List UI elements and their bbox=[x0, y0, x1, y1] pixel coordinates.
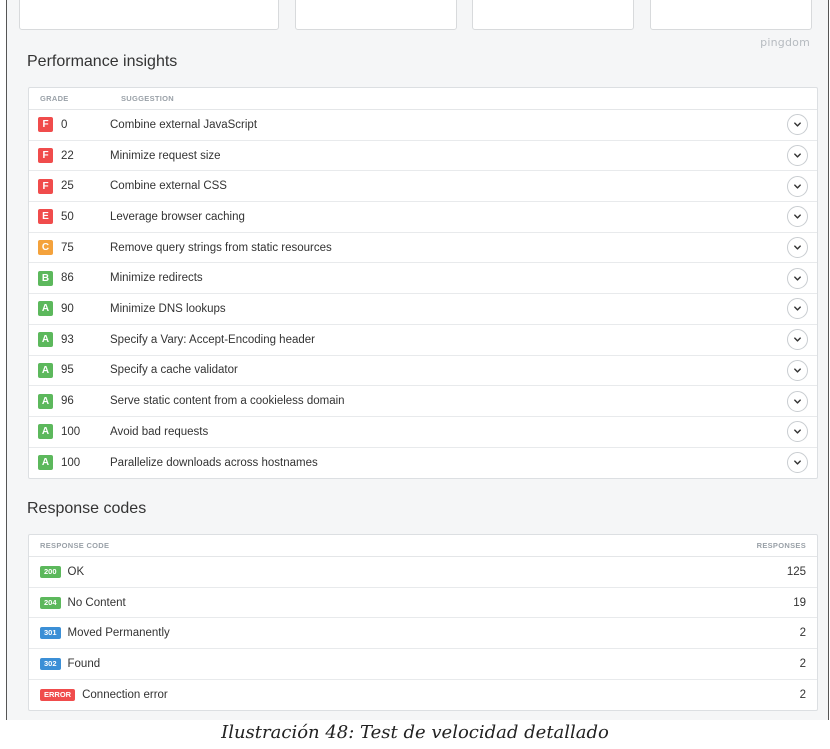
response-row: 204 No Content 19 bbox=[29, 588, 817, 619]
response-label: Connection error bbox=[82, 689, 168, 702]
expand-chevron-icon[interactable] bbox=[787, 267, 808, 289]
grade-badge: A bbox=[38, 332, 53, 348]
expand-chevron-icon[interactable] bbox=[787, 114, 808, 136]
insights-table-header: GRADE SUGGESTION bbox=[29, 88, 817, 110]
grade-badge: E bbox=[38, 209, 53, 225]
summary-card bbox=[650, 0, 812, 30]
suggestion-text: Avoid bad requests bbox=[110, 425, 209, 438]
brand-logo: pingdom bbox=[760, 36, 810, 49]
expand-chevron-icon[interactable] bbox=[787, 237, 808, 259]
grade-score: 100 bbox=[61, 425, 81, 438]
expand-chevron-icon[interactable] bbox=[787, 421, 808, 443]
expand-chevron-icon[interactable] bbox=[787, 298, 808, 320]
performance-insights-title: Performance insights bbox=[27, 53, 178, 70]
response-codes-table: RESPONSE CODE RESPONSES 200 OK 125 204 No Co… bbox=[28, 534, 818, 712]
expand-chevron-icon[interactable] bbox=[787, 359, 808, 381]
grade-score: 75 bbox=[61, 241, 74, 254]
grade-score: 22 bbox=[61, 149, 74, 162]
grade-score: 86 bbox=[61, 272, 74, 285]
grade-score: 0 bbox=[61, 118, 68, 131]
response-row: 200 OK 125 bbox=[29, 557, 817, 588]
insight-row[interactable]: F 0 Combine external JavaScript bbox=[29, 110, 817, 141]
suggestion-text: Serve static content from a cookieless d… bbox=[110, 395, 345, 408]
screenshot-frame: pingdom Performance insights GRADE SUGGE… bbox=[6, 0, 829, 720]
grade-column-header: GRADE bbox=[40, 94, 69, 103]
response-count: 2 bbox=[799, 689, 806, 702]
expand-chevron-icon[interactable] bbox=[787, 206, 808, 228]
grade-badge: F bbox=[38, 117, 53, 133]
insight-row[interactable]: C 75 Remove query strings from static reso… bbox=[29, 233, 817, 264]
response-row: ERROR Connection error 2 bbox=[29, 680, 817, 711]
insight-row[interactable]: A 100 Parallelize downloads across hostnam… bbox=[29, 448, 817, 479]
response-label: No Content bbox=[67, 596, 126, 609]
insight-row[interactable]: A 93 Specify a Vary: Accept-Encoding heade… bbox=[29, 325, 817, 356]
grade-score: 96 bbox=[61, 395, 74, 408]
grade-badge: A bbox=[38, 362, 53, 378]
suggestion-text: Specify a cache validator bbox=[110, 364, 238, 377]
insight-row[interactable]: B 86 Minimize redirects bbox=[29, 263, 817, 295]
response-count: 2 bbox=[799, 657, 806, 670]
grade-badge: F bbox=[38, 178, 53, 194]
expand-chevron-icon[interactable] bbox=[787, 452, 808, 474]
insight-row[interactable]: A 90 Minimize DNS lookups bbox=[29, 294, 817, 325]
response-row: 301 Moved Permanently 2 bbox=[29, 618, 817, 650]
response-codes-title: Response codes bbox=[27, 500, 147, 517]
grade-score: 90 bbox=[61, 302, 74, 315]
response-code-badge: 301 bbox=[40, 627, 61, 640]
suggestion-text: Combine external JavaScript bbox=[110, 118, 258, 131]
grade-badge: A bbox=[38, 393, 53, 409]
grade-badge: B bbox=[38, 270, 53, 286]
response-code-badge: 200 bbox=[40, 565, 61, 578]
expand-chevron-icon[interactable] bbox=[787, 175, 808, 197]
expand-chevron-icon[interactable] bbox=[787, 329, 808, 351]
grade-score: 50 bbox=[61, 210, 74, 223]
insight-row[interactable]: E 50 Leverage browser caching bbox=[29, 202, 817, 233]
response-row: 302 Found 2 bbox=[29, 649, 817, 680]
response-codes-header: RESPONSE CODE RESPONSES bbox=[29, 535, 817, 557]
grade-badge: A bbox=[38, 424, 53, 440]
insight-row[interactable]: A 100 Avoid bad requests bbox=[29, 417, 817, 448]
suggestion-text: Remove query strings from static resourc… bbox=[110, 241, 332, 254]
suggestion-text: Minimize request size bbox=[110, 149, 221, 162]
summary-card bbox=[472, 0, 634, 30]
suggestion-text: Minimize redirects bbox=[110, 272, 203, 285]
suggestion-text: Leverage browser caching bbox=[110, 210, 245, 223]
suggestion-column-header: SUGGESTION bbox=[121, 94, 175, 103]
grade-badge: F bbox=[38, 148, 53, 164]
response-count: 125 bbox=[786, 565, 806, 578]
grade-badge: A bbox=[38, 301, 53, 317]
grade-score: 100 bbox=[61, 456, 81, 469]
summary-card bbox=[295, 0, 457, 30]
summary-card bbox=[19, 0, 279, 30]
response-code-badge: ERROR bbox=[40, 689, 76, 702]
suggestion-text: Minimize DNS lookups bbox=[110, 302, 226, 315]
grade-score: 25 bbox=[61, 180, 74, 193]
response-label: Moved Permanently bbox=[67, 627, 170, 640]
insight-row[interactable]: A 96 Serve static content from a cookieles… bbox=[29, 386, 817, 417]
expand-chevron-icon[interactable] bbox=[787, 390, 808, 412]
response-label: Found bbox=[67, 657, 101, 670]
grade-score: 93 bbox=[61, 333, 74, 346]
suggestion-text: Parallelize downloads across hostnames bbox=[110, 456, 318, 469]
suggestion-text: Specify a Vary: Accept-Encoding header bbox=[110, 333, 315, 346]
grade-badge: C bbox=[38, 240, 53, 256]
insight-row[interactable]: A 95 Specify a cache validator bbox=[29, 356, 817, 387]
insights-table: GRADE SUGGESTION F 0 Combine external Java… bbox=[28, 87, 818, 480]
grade-score: 95 bbox=[61, 364, 74, 377]
insight-row[interactable]: F 22 Minimize request size bbox=[29, 141, 817, 172]
response-count: 2 bbox=[799, 627, 806, 640]
response-code-badge: 302 bbox=[40, 657, 61, 670]
responses-column-header: RESPONSES bbox=[756, 541, 806, 550]
suggestion-text: Combine external CSS bbox=[110, 180, 227, 193]
summary-cards bbox=[7, 0, 828, 30]
insight-row[interactable]: F 25 Combine external CSS bbox=[29, 171, 817, 203]
grade-badge: A bbox=[38, 455, 53, 471]
response-code-column-header: RESPONSE CODE bbox=[40, 541, 110, 550]
response-count: 19 bbox=[793, 596, 806, 609]
response-label: OK bbox=[67, 565, 85, 578]
figure-caption: Ilustración 48: Test de velocidad detall… bbox=[221, 722, 609, 743]
expand-chevron-icon[interactable] bbox=[787, 145, 808, 167]
response-code-badge: 204 bbox=[40, 596, 61, 609]
